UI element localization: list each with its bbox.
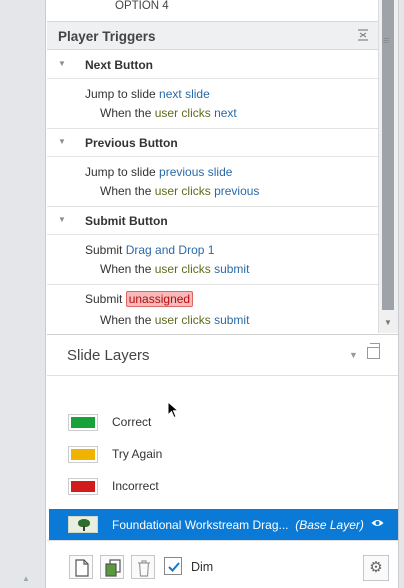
action-text: Jump to slide [85, 165, 156, 179]
delete-layer-button[interactable] [131, 555, 155, 579]
layer-color-swatch [71, 449, 95, 460]
trash-icon [138, 560, 150, 577]
action-text: Submit [85, 292, 123, 306]
trigger-group-previous-button[interactable]: ▼ Previous Button [47, 129, 378, 157]
duplicate-layer-button[interactable] [100, 555, 124, 579]
trigger-target-link[interactable]: previous slide [159, 165, 232, 179]
panel-title: Slide Layers [67, 347, 150, 364]
action-text: Jump to slide [85, 87, 156, 101]
panel-resize-handle-icon[interactable]: ≡ [383, 35, 389, 47]
gear-icon[interactable]: ⚙ [363, 555, 389, 581]
new-page-icon [75, 559, 89, 577]
trigger-action[interactable]: Jump to slide previous slide [85, 165, 232, 179]
layer-thumbnail [68, 478, 98, 495]
checkmark-icon [168, 562, 180, 572]
condition-who[interactable]: user clicks [155, 313, 211, 327]
layer-row-correct[interactable]: Correct [47, 408, 398, 436]
collapse-arrow-icon[interactable]: ▼ [58, 59, 66, 68]
trigger-condition: When the user clicks previous [100, 184, 259, 198]
left-panel-edge: ▲ [0, 0, 46, 588]
slide-layers-toolbar: Dim ⚙ [47, 540, 398, 588]
layer-row-incorrect[interactable]: Incorrect [47, 472, 398, 500]
slide-layers-panel: Slide Layers ▼ Correct Try Again Incorre… [47, 334, 398, 588]
condition-text: When the [100, 184, 152, 198]
trigger-action[interactable]: Submit unassigned [85, 291, 194, 307]
base-layer-tag: (Base Layer) [295, 518, 364, 532]
option-label: OPTION 4 [115, 0, 169, 12]
trigger-target-link[interactable]: next slide [159, 87, 210, 101]
group-title: Submit Button [85, 214, 168, 228]
scroll-up-arrow-icon[interactable]: ▲ [22, 574, 30, 583]
layer-label: Incorrect [112, 479, 159, 493]
trigger-condition: When the user clicks submit [100, 313, 249, 327]
dim-checkbox[interactable] [164, 557, 182, 575]
slide-layers-header: Slide Layers ▼ [47, 335, 398, 376]
base-layer-label: Foundational Workstream Drag... (Base La… [112, 518, 364, 532]
dim-label: Dim [191, 560, 214, 574]
layer-color-swatch [71, 417, 95, 428]
condition-what[interactable]: submit [214, 262, 249, 276]
layer-thumbnail [68, 446, 98, 463]
collapse-all-icon[interactable] [357, 29, 369, 44]
section-title: Player Triggers [58, 29, 156, 44]
base-layer-name: Foundational Workstream Drag... [112, 518, 289, 532]
divider [47, 284, 378, 285]
triggers-scrollbar[interactable]: ▼ [378, 0, 398, 333]
unassigned-target-badge[interactable]: unassigned [125, 291, 194, 307]
group-title: Previous Button [85, 136, 178, 150]
condition-who[interactable]: user clicks [155, 262, 211, 276]
scroll-down-arrow-icon[interactable]: ▼ [384, 318, 392, 327]
condition-text: When the [100, 313, 152, 327]
trigger-action[interactable]: Submit Drag and Drop 1 [85, 243, 214, 257]
condition-who[interactable]: user clicks [155, 184, 211, 198]
trigger-action[interactable]: Jump to slide next slide [85, 87, 210, 101]
collapse-arrow-icon[interactable]: ▼ [58, 215, 66, 224]
group-title: Next Button [85, 58, 153, 72]
layer-color-swatch [71, 481, 95, 492]
tree-trunk-graphic [83, 526, 85, 531]
layer-label: Correct [112, 415, 152, 429]
trigger-group-submit-button[interactable]: ▼ Submit Button [47, 207, 378, 235]
collapse-arrow-icon[interactable]: ▼ [58, 137, 66, 146]
float-panel-icon[interactable] [367, 343, 380, 359]
player-triggers-header[interactable]: Player Triggers [47, 21, 378, 50]
base-layer-thumbnail [68, 516, 98, 533]
trigger-condition: When the user clicks next [100, 106, 237, 120]
new-layer-button[interactable] [69, 555, 93, 579]
layer-label: Try Again [112, 447, 163, 461]
trigger-group-next-button[interactable]: ▼ Next Button [47, 51, 378, 79]
condition-text: When the [100, 106, 152, 120]
triggers-panel: OPTION 4 Player Triggers ▼ Next Button J… [47, 0, 378, 333]
action-text: Submit [85, 243, 123, 257]
base-layer-row[interactable]: Foundational Workstream Drag... (Base La… [49, 509, 398, 540]
condition-text: When the [100, 262, 152, 276]
eye-icon[interactable] [371, 517, 384, 531]
condition-what[interactable]: previous [214, 184, 259, 198]
mouse-cursor-icon [167, 401, 179, 419]
right-panel-edge [398, 0, 404, 588]
layer-row-try-again[interactable]: Try Again [47, 440, 398, 468]
condition-what[interactable]: submit [214, 313, 249, 327]
layer-thumbnail [68, 414, 98, 431]
trigger-condition: When the user clicks submit [100, 262, 249, 276]
panel-menu-dropdown-icon[interactable]: ▼ [349, 350, 358, 360]
duplicate-icon [105, 559, 121, 577]
condition-what[interactable]: next [214, 106, 237, 120]
condition-who[interactable]: user clicks [155, 106, 211, 120]
trigger-target-link[interactable]: Drag and Drop 1 [126, 243, 215, 257]
